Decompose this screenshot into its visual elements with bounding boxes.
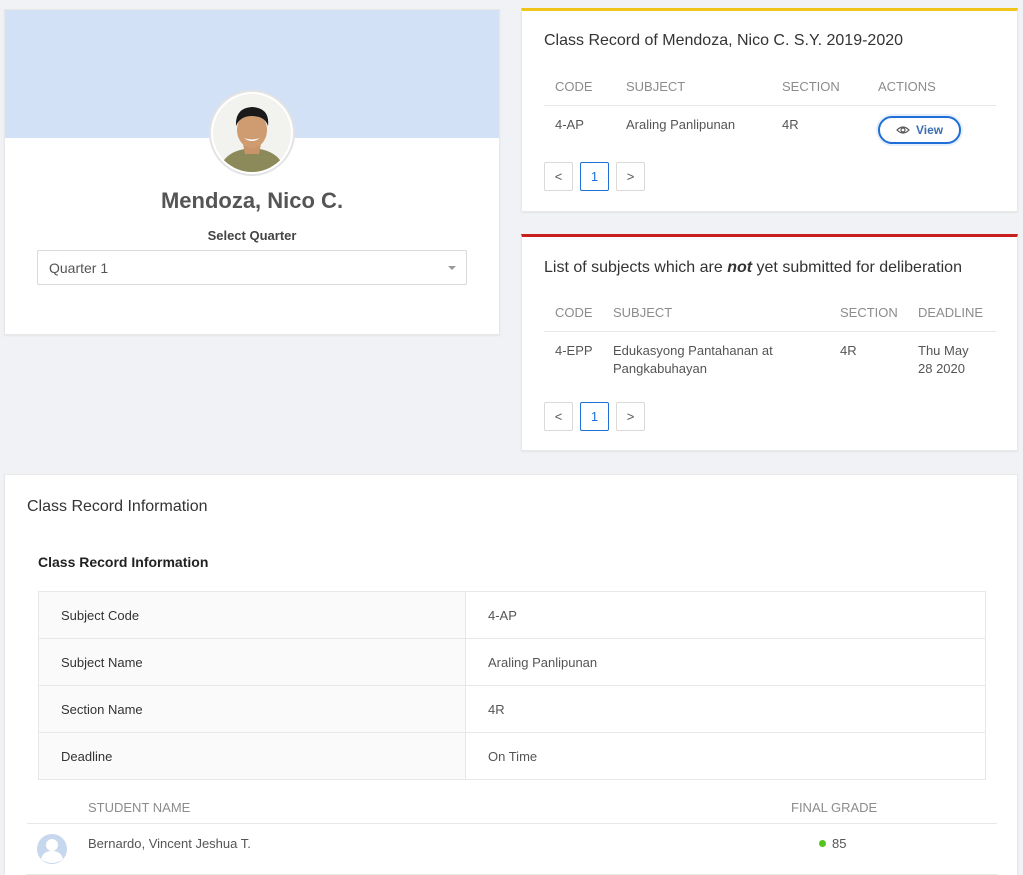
class-record-details: Subject Code 4-AP Subject Name Araling P… xyxy=(38,591,986,780)
info-section-title: Class Record Information xyxy=(38,554,209,570)
page-button[interactable]: 1 xyxy=(580,402,609,431)
next-page-button[interactable]: > xyxy=(616,402,645,431)
detail-row: Section Name 4R xyxy=(38,685,986,733)
class-record-pagination: < 1 > xyxy=(544,162,645,191)
quarter-select-value: Quarter 1 xyxy=(49,260,109,276)
user-avatar-icon xyxy=(37,834,67,864)
cell-section: 4R xyxy=(782,116,799,132)
column-header-subject: SUBJECT xyxy=(615,69,771,106)
status-dot-icon xyxy=(819,840,826,847)
class-record-table: CODE SUBJECT SECTION ACTIONS 4-AP Aralin… xyxy=(544,69,996,144)
quarter-select[interactable]: Quarter 1 xyxy=(37,250,467,285)
detail-label: Section Name xyxy=(38,685,466,733)
view-button[interactable]: View xyxy=(878,115,962,144)
column-header-final-grade: FINAL GRADE xyxy=(791,800,878,815)
cell-section: 4R xyxy=(840,342,857,358)
detail-row: Subject Name Araling Panlipunan xyxy=(38,638,986,686)
class-record-info-card: Class Record Information Class Record In… xyxy=(4,474,1018,875)
detail-label: Subject Name xyxy=(38,638,466,686)
pending-title-after: yet submitted for deliberation xyxy=(752,259,962,276)
prev-page-button[interactable]: < xyxy=(544,402,573,431)
profile-avatar xyxy=(209,90,295,176)
detail-label: Subject Code xyxy=(38,591,466,639)
class-record-title: Class Record of Mendoza, Nico C. S.Y. 20… xyxy=(544,32,904,49)
pending-subjects-card: List of subjects which are not yet submi… xyxy=(521,234,1018,451)
profile-card: Mendoza, Nico C. Select Quarter Quarter … xyxy=(4,9,500,335)
pending-subjects-table: CODE SUBJECT SECTION DEADLINE 4-EPP Eduk… xyxy=(544,295,996,378)
cell-actions: View xyxy=(867,105,996,144)
column-header-section: SECTION xyxy=(771,69,867,106)
detail-row: Subject Code 4-AP xyxy=(38,591,986,639)
detail-row: Deadline On Time xyxy=(38,732,986,780)
detail-value: Araling Panlipunan xyxy=(465,638,986,686)
eye-icon xyxy=(896,125,910,134)
column-header-actions: ACTIONS xyxy=(867,69,996,106)
cell-subject: Araling Panlipunan xyxy=(626,116,736,132)
pending-title-before: List of subjects which are xyxy=(544,259,728,276)
final-grade-value: 85 xyxy=(832,836,847,851)
prev-page-button[interactable]: < xyxy=(544,162,573,191)
students-table-header: STUDENT NAME FINAL GRADE xyxy=(27,788,997,824)
detail-value: 4-AP xyxy=(465,591,986,639)
page-button[interactable]: 1 xyxy=(580,162,609,191)
column-header-code: CODE xyxy=(544,295,602,332)
pending-pagination: < 1 > xyxy=(544,402,645,431)
column-header-deadline: DEADLINE xyxy=(907,295,996,332)
profile-name: Mendoza, Nico C. xyxy=(160,188,344,213)
detail-value: 4R xyxy=(465,685,986,733)
column-header-section: SECTION xyxy=(829,295,907,332)
column-header-subject: SUBJECT xyxy=(602,295,829,332)
detail-label: Deadline xyxy=(38,732,466,780)
final-grade: 85 xyxy=(819,836,846,851)
column-header-code: CODE xyxy=(544,69,615,106)
column-header-student-name: STUDENT NAME xyxy=(88,800,191,815)
cell-subject: Edukasyong Pantahanan at Pangkabuhayan xyxy=(613,342,773,376)
cell-deadline: Thu May 28 2020 xyxy=(918,342,969,376)
student-name: Bernardo, Vincent Jeshua T. xyxy=(88,836,251,851)
class-record-card: Class Record of Mendoza, Nico C. S.Y. 20… xyxy=(521,8,1018,212)
info-card-title: Class Record Information xyxy=(27,498,208,515)
table-row[interactable]: Bernardo, Vincent Jeshua T. 85 xyxy=(27,825,997,875)
profile-photo-icon xyxy=(213,94,291,172)
select-quarter-label: Select Quarter xyxy=(207,228,297,243)
cell-code: 4-EPP xyxy=(555,342,593,358)
pending-subjects-title: List of subjects which are not yet submi… xyxy=(544,259,962,277)
next-page-button[interactable]: > xyxy=(616,162,645,191)
pending-title-emphasis: not xyxy=(727,259,753,276)
cell-code: 4-AP xyxy=(555,116,584,132)
table-row: 4-AP Araling Panlipunan 4R View xyxy=(544,105,996,144)
detail-value: On Time xyxy=(465,732,986,780)
chevron-down-icon xyxy=(448,266,456,270)
view-button-label: View xyxy=(916,122,944,137)
table-row: 4-EPP Edukasyong Pantahanan at Pangkabuh… xyxy=(544,331,996,378)
